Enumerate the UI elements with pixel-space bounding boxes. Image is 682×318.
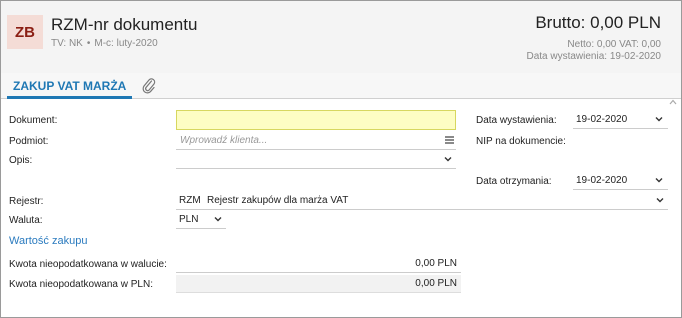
data-otrzymania-label: Data otrzymania: <box>476 176 552 187</box>
document-type-badge: ZB <box>7 15 43 49</box>
document-window: ZB RZM-nr dokumentu TV: NK • M-c: luty-202… <box>0 0 682 318</box>
tv-label: TV: NK <box>51 38 83 49</box>
rejestr-code: RZM <box>179 195 201 206</box>
podmiot-placeholder: Wprowadź klienta... <box>180 135 268 146</box>
chevron-down-icon <box>656 198 664 203</box>
chevron-down-icon <box>655 117 663 122</box>
brutto-total: Brutto: 0,00 PLN <box>535 13 661 32</box>
rejestr-label: Rejestr: <box>9 196 44 207</box>
wartosc-zakupu-section: Wartość zakupu <box>9 235 88 247</box>
kwota-pln-value: 0,00 PLN <box>415 278 457 289</box>
issue-date-summary: Data wystawienia: 19-02-2020 <box>526 51 661 62</box>
podmiot-label: Podmiot: <box>9 136 49 147</box>
data-wystawienia-picker[interactable]: 19-02-2020 <box>573 111 668 129</box>
data-wystawienia-value: 19-02-2020 <box>576 114 628 125</box>
period-label: M-c: luty-2020 <box>94 38 158 49</box>
document-title: RZM-nr dokumentu <box>51 15 198 34</box>
podmiot-input[interactable]: Wprowadź klienta... <box>176 132 456 150</box>
waluta-value: PLN <box>179 214 199 225</box>
chevron-down-icon <box>444 157 452 162</box>
tab-zakup-vat-marza[interactable]: ZAKUP VAT MARŻA <box>7 77 133 99</box>
dokument-label: Dokument: <box>9 115 58 126</box>
opis-label: Opis: <box>9 155 33 166</box>
chevron-down-icon <box>214 217 222 222</box>
chevron-down-icon <box>655 178 663 183</box>
data-otrzymania-value: 19-02-2020 <box>576 175 628 186</box>
rejestr-select[interactable]: RZM Rejestr zakupów dla marża VAT <box>176 192 668 210</box>
kwota-pln-value-field: 0,00 PLN <box>176 275 461 293</box>
kwota-waluta-value: 0,00 PLN <box>415 258 457 269</box>
waluta-select[interactable]: PLN <box>176 211 226 229</box>
nip-label: NIP na dokumencie: <box>476 136 566 147</box>
dokument-input[interactable] <box>176 110 456 130</box>
waluta-label: Waluta: <box>9 215 43 226</box>
kwota-pln-label: Kwota nieopodatkowana w PLN: <box>9 279 153 290</box>
subtitle-separator: • <box>86 38 91 49</box>
data-wystawienia-label: Data wystawienia: <box>476 115 557 126</box>
kwota-waluta-input[interactable]: 0,00 PLN <box>176 255 461 273</box>
data-otrzymania-picker[interactable]: 19-02-2020 <box>573 172 668 190</box>
kwota-waluta-label: Kwota nieopodatkowana w walucie: <box>9 259 167 270</box>
netto-vat-summary: Netto: 0,00 VAT: 0,00 <box>567 39 661 50</box>
document-subtitle: TV: NK • M-c: luty-2020 <box>51 38 158 49</box>
document-header: ZB RZM-nr dokumentu TV: NK • M-c: luty-202… <box>1 1 681 73</box>
tab-bar: ZAKUP VAT MARŻA <box>1 73 681 99</box>
opis-select[interactable] <box>176 151 456 169</box>
paperclip-icon[interactable] <box>141 77 157 95</box>
hamburger-icon[interactable] <box>445 136 454 144</box>
rejestr-name: Rejestr zakupów dla marża VAT <box>207 195 349 206</box>
scroll-up-icon[interactable] <box>669 98 677 106</box>
